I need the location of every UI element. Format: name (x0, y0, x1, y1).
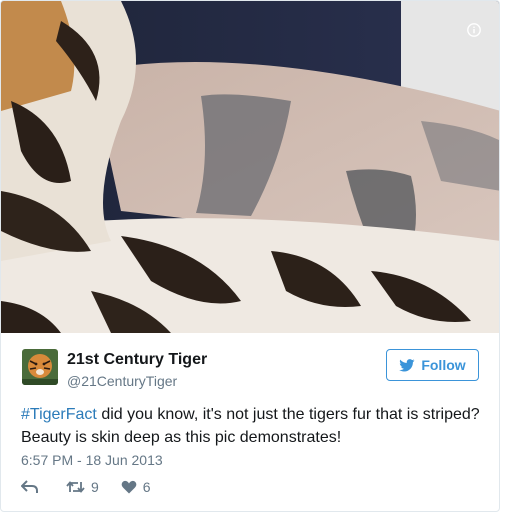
tweet-card: 21st Century Tiger @21CenturyTiger Follo… (0, 0, 500, 512)
shaved-tiger-image (1, 1, 499, 333)
retweet-count: 9 (91, 479, 99, 495)
author-handle[interactable]: @21CenturyTiger (67, 373, 177, 389)
like-button[interactable]: 6 (121, 479, 151, 495)
author-name[interactable]: 21st Century Tiger (67, 351, 207, 369)
hashtag-link[interactable]: #TigerFact (21, 406, 97, 423)
timestamp[interactable]: 6:57 PM - 18 Jun 2013 (21, 452, 163, 468)
follow-label: Follow (421, 357, 466, 373)
retweet-button[interactable]: 9 (66, 479, 99, 495)
tweet-body: 21st Century Tiger @21CenturyTiger Follo… (1, 333, 499, 511)
tweet-text: #TigerFact did you know, it's not just t… (21, 403, 481, 449)
heart-icon (121, 480, 137, 494)
twitter-bird-icon (399, 358, 415, 371)
avatar[interactable] (22, 349, 58, 385)
like-count: 6 (142, 479, 151, 495)
reply-icon (21, 480, 38, 493)
tiger-avatar-icon (22, 349, 58, 385)
tweet-actions: 9 6 (21, 479, 173, 495)
reply-button[interactable] (21, 480, 44, 494)
tweet-photo[interactable] (1, 1, 499, 333)
info-icon[interactable] (467, 23, 481, 37)
retweet-icon (66, 481, 85, 493)
follow-button[interactable]: Follow (386, 349, 479, 381)
